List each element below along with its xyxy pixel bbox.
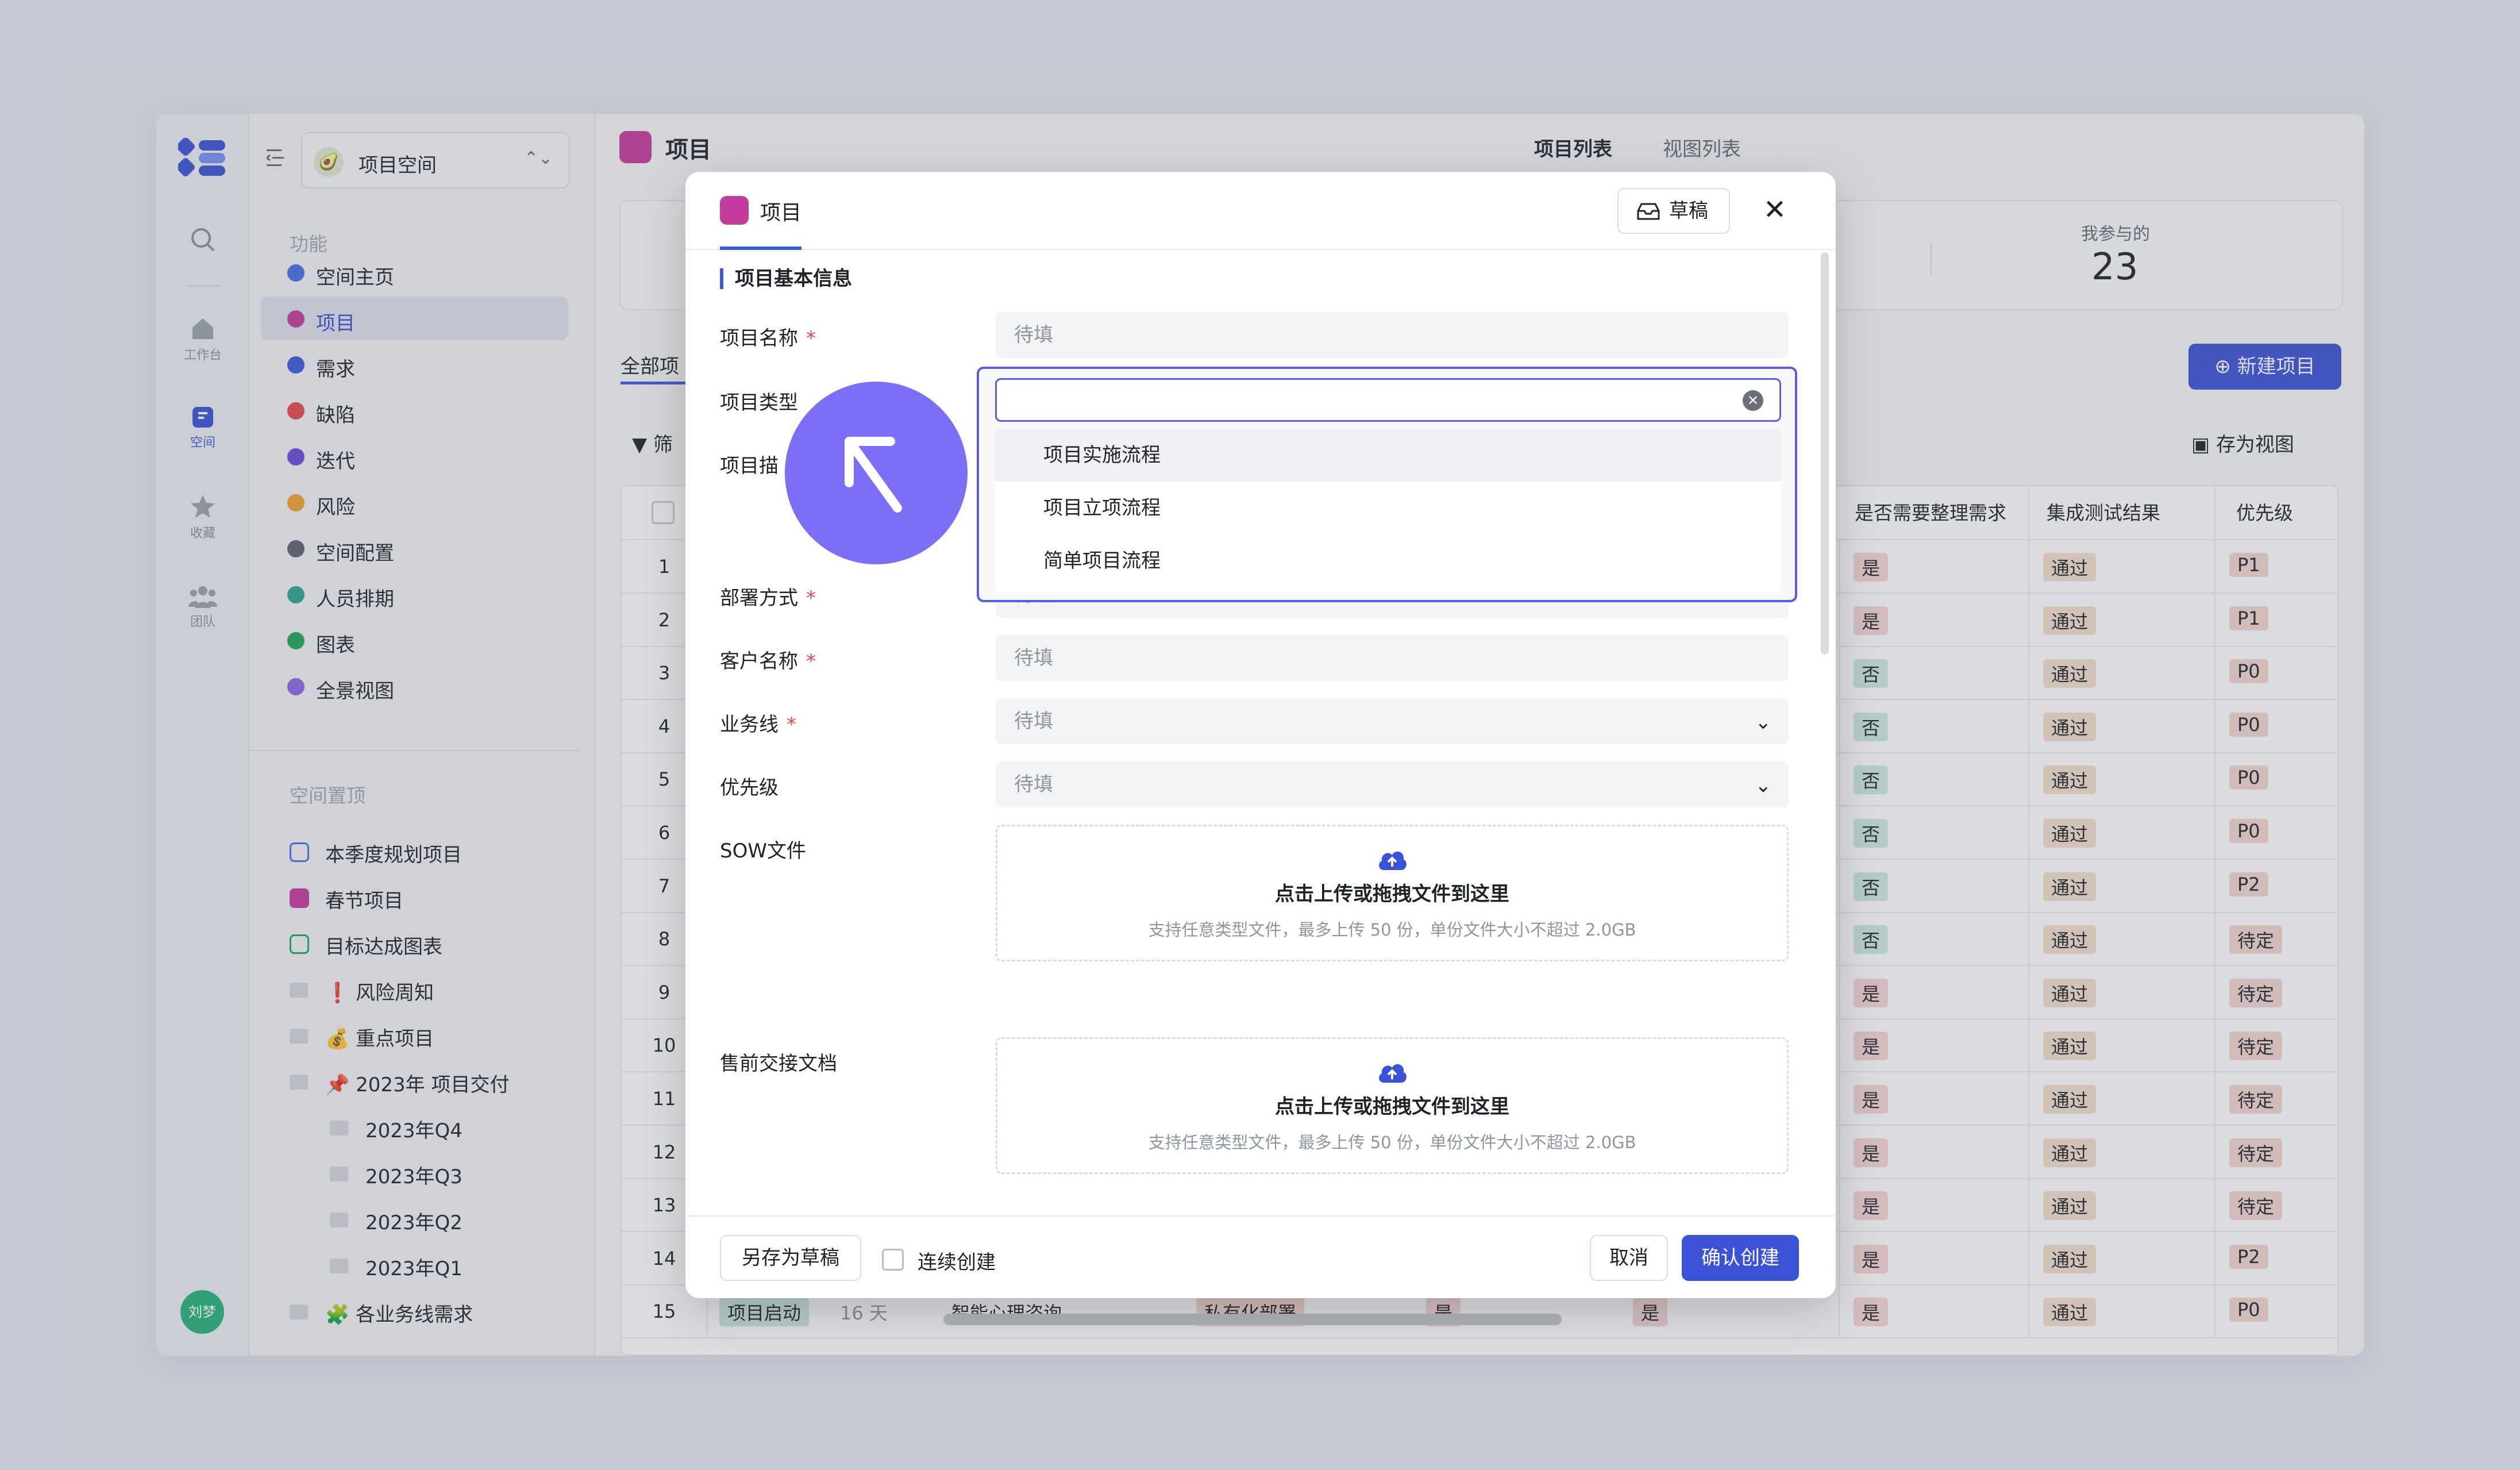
inbox-icon [1637,203,1660,220]
priority-select[interactable]: 待填 ⌄ [996,761,1789,807]
required-mark: * [787,713,796,736]
save-as-draft-button[interactable]: 另存为草稿 [720,1235,861,1281]
field-label-sow: SOW文件 [720,835,806,863]
modal-footer: 另存为草稿 连续创建 取消 确认创建 [685,1215,1836,1298]
cloud-upload-icon [1379,851,1407,870]
chevron-down-icon: ⌄ [1755,711,1772,734]
label-text: 客户名称 [720,650,798,673]
project-icon [720,196,749,225]
upload-title: 点击上传或拖拽文件到这里 [1275,1095,1509,1118]
label-text: 业务线 [720,713,779,736]
cursor-highlight [785,382,968,564]
close-icon[interactable]: ✕ [1758,194,1792,228]
required-mark: * [806,650,816,673]
chevron-down-icon: ⌄ [1755,774,1772,797]
dropdown-option[interactable]: 简单项目流程 [995,534,1781,587]
modal-scrollbar[interactable] [1821,252,1829,655]
cancel-button[interactable]: 取消 [1590,1235,1668,1281]
label-text: 项目描 [720,455,779,478]
dropdown-options: 项目实施流程 项目立项流程 简单项目流程 [995,429,1781,592]
field-label-customer: 客户名称 * [720,645,816,674]
arrow-cursor-icon [845,437,902,513]
dropdown-option[interactable]: 项目实施流程 [995,429,1781,482]
section-heading: 项目基本信息 [720,268,852,289]
draft-button[interactable]: 草稿 [1617,188,1730,234]
field-label-deploy: 部署方式 * [720,582,816,610]
confirm-create-button[interactable]: 确认创建 [1682,1235,1799,1281]
modal-tab-title[interactable]: 项目 [760,196,802,226]
modal-header: 项目 草稿 ✕ [685,172,1836,250]
field-label-presale: 售前交接文档 [720,1048,837,1076]
business-select[interactable]: 待填 ⌄ [996,698,1789,744]
placeholder: 待填 [1014,710,1053,733]
field-label-business: 业务线 * [720,709,796,737]
upload-hint: 支持任意类型文件，最多上传 50 份，单份文件大小不超过 2.0GB [1148,920,1636,940]
field-label-name: 项目名称 * [720,322,816,351]
customer-input[interactable]: 待填 [996,635,1789,681]
cloud-upload-icon [1379,1064,1407,1083]
dropdown-option[interactable]: 项目立项流程 [995,482,1781,534]
field-label-desc: 项目描 [720,450,779,478]
continuous-create-label[interactable]: 连续创建 [918,1246,996,1275]
project-name-input[interactable]: 待填 [996,312,1789,358]
clear-icon[interactable]: ✕ [1743,390,1763,411]
required-mark: * [806,327,816,350]
placeholder: 待填 [1014,773,1053,796]
modal-tab-underline [720,247,802,250]
upload-title: 点击上传或拖拽文件到这里 [1275,883,1509,906]
sow-upload-area[interactable]: 点击上传或拖拽文件到这里 支持任意类型文件，最多上传 50 份，单份文件大小不超… [996,825,1789,961]
field-label-priority: 优先级 [720,772,779,800]
project-type-dropdown: ✕ 项目实施流程 项目立项流程 简单项目流程 [977,367,1797,602]
continuous-create-checkbox[interactable] [882,1249,904,1271]
label-text: 项目名称 [720,327,798,350]
draft-label: 草稿 [1669,199,1708,222]
label-text: SOW文件 [720,840,806,863]
project-type-search-input[interactable]: ✕ [995,378,1781,422]
label-text: 售前交接文档 [720,1052,837,1075]
upload-hint: 支持任意类型文件，最多上传 50 份，单份文件大小不超过 2.0GB [1148,1133,1636,1152]
label-text: 优先级 [720,776,779,799]
presale-upload-area[interactable]: 点击上传或拖拽文件到这里 支持任意类型文件，最多上传 50 份，单份文件大小不超… [996,1037,1789,1174]
required-mark: * [806,587,816,610]
create-project-modal: 项目 草稿 ✕ 项目基本信息 项目名称* 待填 项目类型 项目描 部署方式* 待… [685,172,1836,1298]
label-text: 部署方式 [720,587,798,610]
